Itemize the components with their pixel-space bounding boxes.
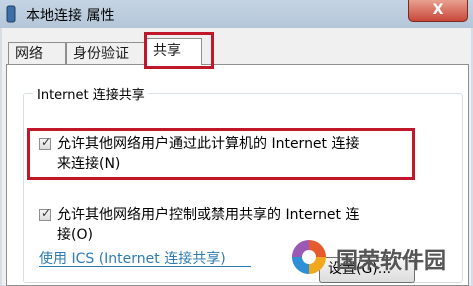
option-highlight-box [27,128,415,180]
ics-help-link[interactable]: 使用 ICS (Internet 连接共享) [39,248,226,268]
network-connection-icon [6,5,16,23]
window-title: 本地连接 属性 [26,8,115,24]
tab-network[interactable]: 网络 [8,42,66,64]
close-button[interactable]: X [408,0,468,22]
allow-control-label-line2: 接(O) [57,227,93,243]
title-bar: 本地连接 属性 X [0,0,473,28]
close-icon: X [432,2,444,18]
tab-label: 身份验证 [73,46,129,62]
tab-highlight-box [144,32,214,69]
allow-control-checkbox[interactable]: ✓ [39,206,52,221]
watermark-logo-icon [292,240,326,274]
tab-authentication[interactable]: 身份验证 [66,42,146,64]
tab-label: 网络 [15,46,43,62]
checkmark-icon: ✓ [41,206,52,220]
groupbox-title: Internet 连接共享 [33,84,149,103]
link-underline [39,266,251,267]
allow-control-label-line1: 允许其他网络用户控制或禁用共享的 Internet 连 [57,207,360,223]
watermark-text: 国荣软件园 [336,249,447,274]
